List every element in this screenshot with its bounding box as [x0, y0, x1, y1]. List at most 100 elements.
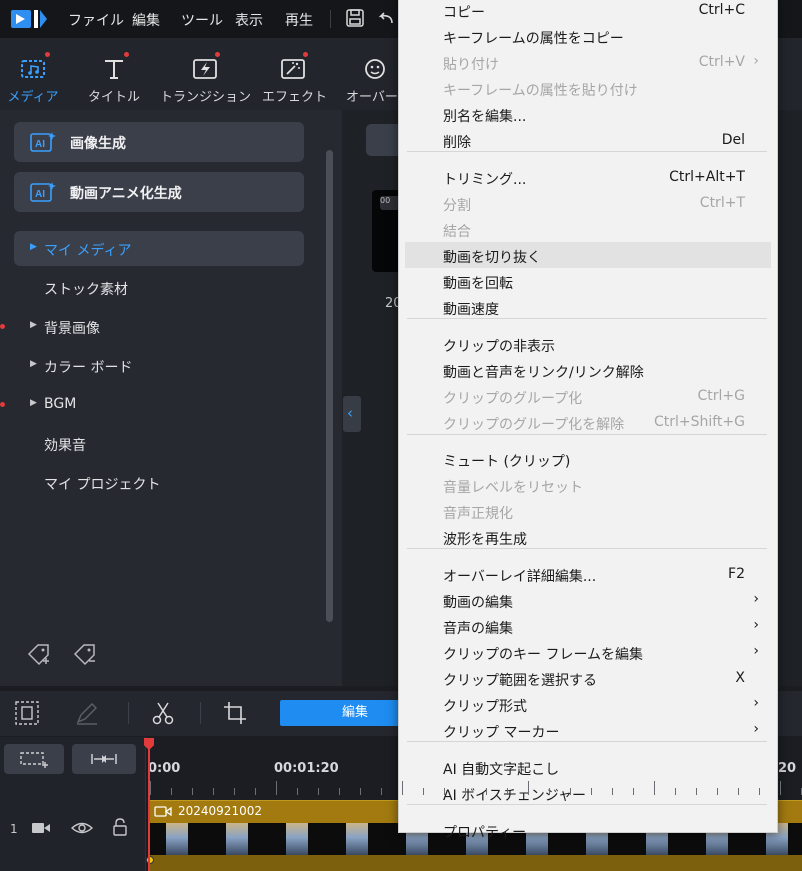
- menu-file[interactable]: ファイル: [68, 10, 124, 30]
- ruler-tick: [780, 781, 781, 795]
- context-menu-item[interactable]: コピー Ctrl+C: [399, 0, 777, 23]
- nav-my-media[interactable]: ▶ マイ メディア: [14, 231, 304, 266]
- ruler-tick: [402, 781, 403, 795]
- scissors-icon[interactable]: [150, 700, 176, 726]
- context-menu-item-label: クリップ範囲を選択する: [443, 673, 597, 689]
- save-icon[interactable]: [345, 8, 365, 28]
- context-menu-item[interactable]: 動画を切り抜く: [405, 242, 771, 268]
- nav-bgm-label: BGM: [44, 396, 77, 412]
- context-menu-separator: [407, 318, 767, 319]
- submenu-chevron-icon: ›: [753, 721, 759, 737]
- context-menu-separator: [407, 548, 767, 549]
- tab-media[interactable]: メディア: [4, 38, 62, 110]
- ruler-tick: [549, 788, 550, 795]
- context-menu-item[interactable]: AI ボイスチェンジャー: [399, 780, 777, 806]
- context-menu-shortcut: Ctrl+G: [697, 388, 746, 404]
- context-menu-item[interactable]: クリップのキー フレームを編集 ›: [399, 639, 777, 665]
- context-menu-item[interactable]: AI 自動文字起こし: [399, 754, 777, 780]
- eye-icon[interactable]: [71, 820, 93, 836]
- playhead[interactable]: [148, 740, 150, 871]
- context-menu-separator: [407, 804, 767, 805]
- ruler-tick: [381, 788, 382, 795]
- menu-view[interactable]: 表示: [235, 10, 263, 30]
- ruler-tick: [465, 788, 466, 795]
- image-generation-button[interactable]: AI 画像生成: [14, 122, 304, 162]
- context-menu-item[interactable]: クリップ範囲を選択する X: [399, 665, 777, 691]
- image-generation-label: 画像生成: [70, 136, 126, 152]
- expand-arrow-icon: ▶: [30, 359, 37, 369]
- menu-tools[interactable]: ツール: [181, 10, 223, 30]
- context-menu-shortcut: Del: [721, 132, 745, 148]
- context-menu-item[interactable]: 動画と音声をリンク/リンク解除: [399, 357, 777, 383]
- transition-notify-dot: [215, 52, 220, 57]
- toolbar-divider: [128, 702, 129, 724]
- context-menu-shortcut: Ctrl+C: [698, 2, 745, 18]
- remove-tag-icon[interactable]: [72, 642, 98, 668]
- ruler-tick: [192, 788, 193, 795]
- context-menu-item[interactable]: 動画の編集 ›: [399, 587, 777, 613]
- nav-my-projects[interactable]: マイ プロジェクト: [14, 465, 304, 500]
- nav-stock[interactable]: ストック素材: [14, 270, 304, 305]
- tab-title[interactable]: タイトル: [84, 38, 144, 110]
- ruler-tick: [570, 788, 571, 795]
- left-panel-scrollbar[interactable]: [326, 150, 333, 622]
- fit-timeline-button[interactable]: [72, 744, 136, 774]
- tab-effect[interactable]: エフェクト: [262, 38, 328, 110]
- tab-transition[interactable]: トランジション: [160, 38, 251, 110]
- ruler-tick: [318, 788, 319, 795]
- ai-video-icon: AI: [30, 182, 56, 202]
- fit-width-icon: [91, 754, 117, 764]
- menu-edit[interactable]: 編集: [132, 10, 160, 30]
- ruler-tick: [444, 788, 445, 795]
- context-menu-item[interactable]: 動画速度: [399, 294, 777, 320]
- context-menu-item-label: オーバーレイ詳細編集...: [443, 569, 597, 585]
- nav-background[interactable]: ▶ 背景画像: [14, 309, 304, 344]
- nav-sound-effects[interactable]: 効果音: [14, 426, 304, 461]
- lock-icon[interactable]: [112, 818, 128, 836]
- context-menu-item[interactable]: キーフレームの属性をコピー: [399, 23, 777, 49]
- context-menu-item[interactable]: クリップの非表示: [399, 331, 777, 357]
- context-menu-item[interactable]: クリップ マーカー ›: [399, 717, 777, 743]
- context-menu-item-label: 削除: [443, 135, 471, 151]
- context-menu-item[interactable]: 削除 Del: [399, 127, 777, 153]
- menubar-divider: [330, 10, 331, 28]
- context-menu-item[interactable]: ミュート (クリップ): [399, 446, 777, 472]
- collapse-panel-button[interactable]: ‹: [343, 396, 361, 432]
- context-menu-item[interactable]: トリミング... Ctrl+Alt+T: [399, 164, 777, 190]
- title-icon: [105, 60, 123, 79]
- app-logo-icon[interactable]: [10, 7, 48, 31]
- media-notify-dot: [45, 52, 50, 57]
- context-menu-item[interactable]: 動画を回転: [399, 268, 777, 294]
- crop-icon[interactable]: [222, 700, 248, 726]
- nav-color-board-label: カラー ボード: [44, 360, 133, 376]
- tab-effect-label: エフェクト: [262, 90, 328, 105]
- ruler-tick: [171, 788, 172, 795]
- context-menu-item[interactable]: クリップ形式 ›: [399, 691, 777, 717]
- nav-background-label: 背景画像: [44, 321, 100, 337]
- context-menu-separator: [407, 434, 767, 435]
- nav-bgm[interactable]: ▶ BGM: [14, 387, 304, 422]
- menu-play[interactable]: 再生: [285, 10, 313, 30]
- add-track-button[interactable]: [4, 744, 64, 774]
- context-menu-item[interactable]: プロパティー: [399, 817, 777, 843]
- effect-icon: [281, 59, 305, 79]
- expand-arrow-icon: ▶: [30, 398, 37, 408]
- track-manager-icon[interactable]: [14, 700, 40, 726]
- add-tag-icon[interactable]: [26, 642, 52, 668]
- context-menu-item[interactable]: オーバーレイ詳細編集... F2: [399, 561, 777, 587]
- nav-color-board[interactable]: ▶ カラー ボード: [14, 348, 304, 383]
- ruler-tick: [675, 788, 676, 795]
- video-animate-button[interactable]: AI 動画アニメ化生成: [14, 172, 304, 212]
- context-menu-item[interactable]: 別名を編集...: [399, 101, 777, 127]
- context-menu-item-label: 音声の編集: [443, 621, 513, 637]
- video-camera-icon: [32, 823, 50, 833]
- ai-image-icon: AI: [30, 132, 56, 152]
- context-menu-item[interactable]: 音声の編集 ›: [399, 613, 777, 639]
- submenu-chevron-icon: ›: [753, 643, 759, 659]
- clip-frame-thumbnail: [166, 823, 188, 855]
- submenu-chevron-icon: ›: [753, 695, 759, 711]
- context-menu-item[interactable]: 波形を再生成: [399, 524, 777, 550]
- undo-icon[interactable]: [376, 8, 396, 28]
- ruler-tick: [213, 788, 214, 795]
- pen-icon[interactable]: [74, 700, 100, 726]
